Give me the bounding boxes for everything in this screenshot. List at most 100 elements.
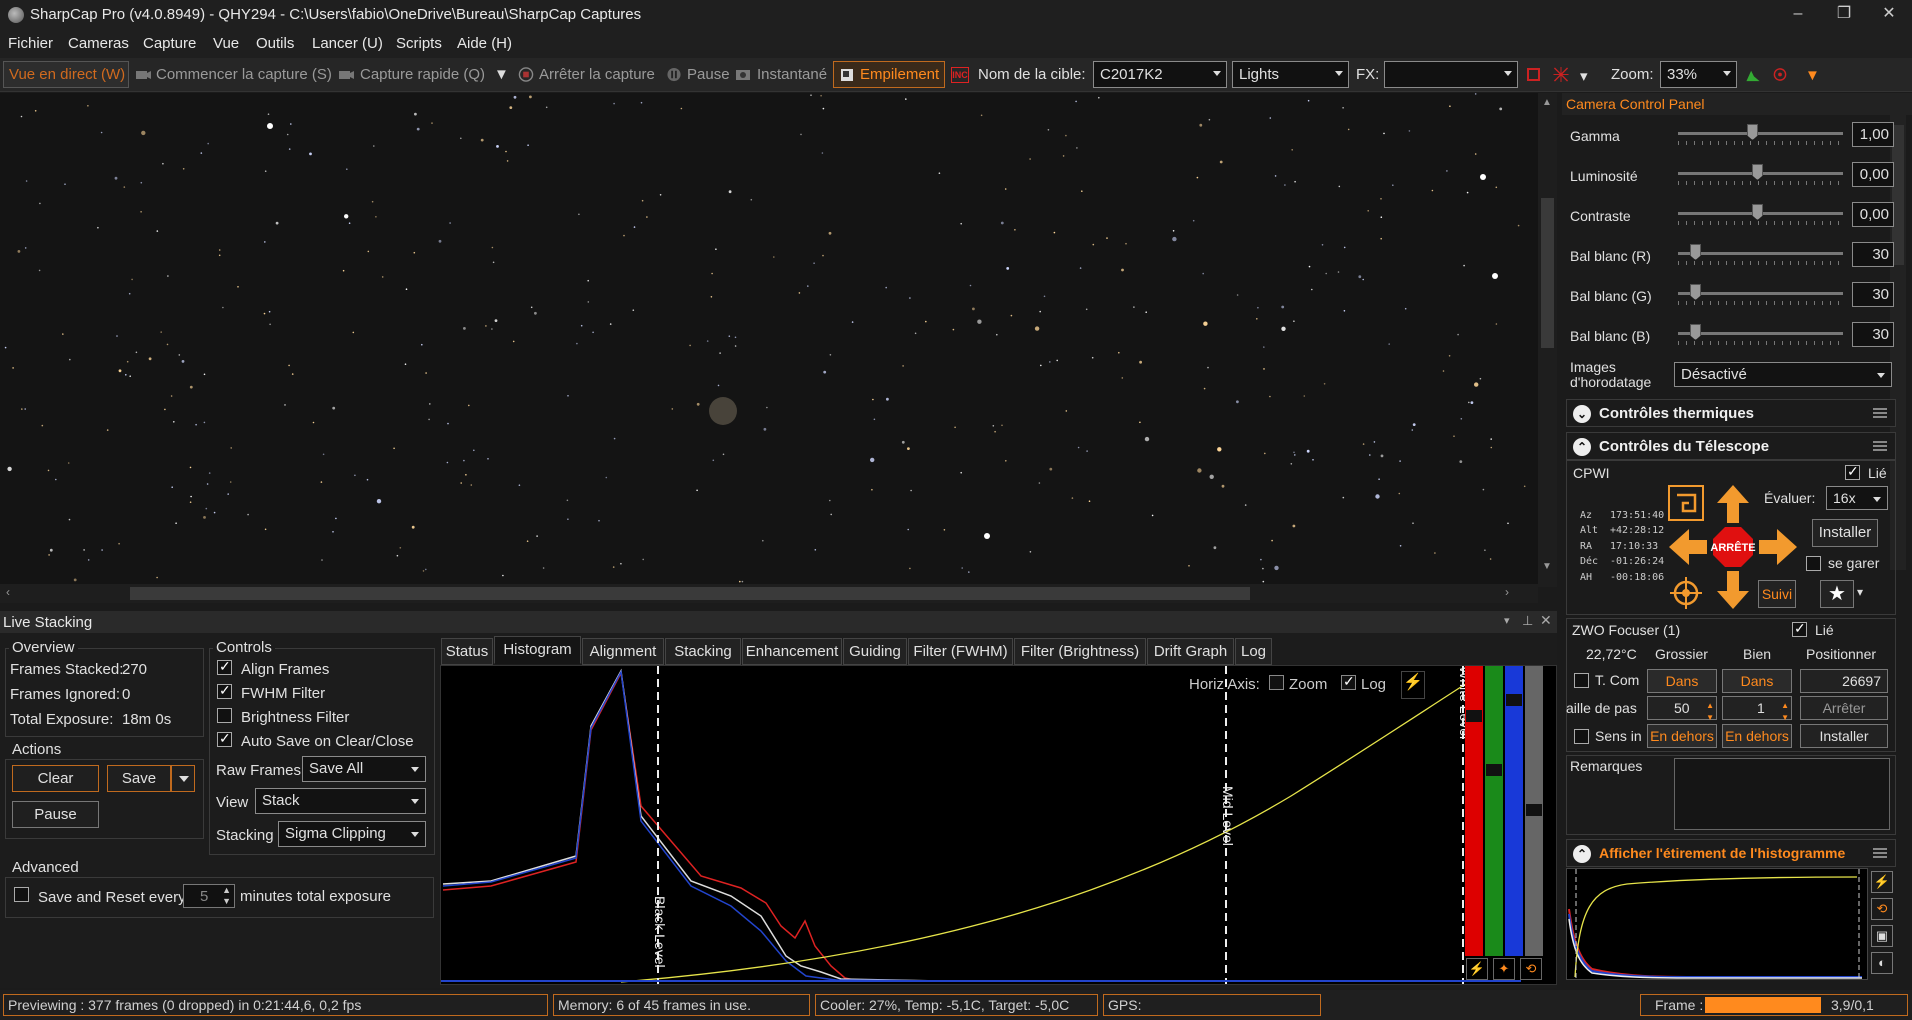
gamma-value[interactable]: 1,00	[1852, 122, 1894, 147]
blue-level-handle[interactable]	[1506, 694, 1522, 706]
histogram-icon[interactable]	[1745, 67, 1761, 82]
focuser-stop-button[interactable]: Arrêter	[1800, 696, 1888, 720]
chevron-up-icon[interactable]: ⌃	[1573, 438, 1591, 456]
dock-menu-icon[interactable]: ▾	[1504, 614, 1510, 627]
auto-save-checkbox[interactable]	[217, 730, 232, 747]
chevron-down-icon[interactable]: ▼	[1805, 67, 1820, 84]
menu-fichier[interactable]: Fichier	[8, 35, 53, 52]
chevron-down-icon[interactable]: ▾	[1580, 67, 1588, 85]
mini-histogram[interactable]	[1566, 868, 1868, 980]
fx-combo[interactable]	[1384, 61, 1518, 88]
green-level-bar[interactable]	[1485, 666, 1503, 956]
raw-frames-select[interactable]: Save All	[302, 756, 426, 782]
horizontal-scrollbar[interactable]: ‹ ›	[0, 584, 1538, 603]
save-reset-checkbox[interactable]	[14, 887, 29, 902]
scroll-up-icon[interactable]: ▲	[1542, 97, 1552, 108]
tab-filter-brightness[interactable]: Filter (Brightness)	[1014, 638, 1146, 665]
auto-stretch-icon[interactable]: ⚡	[1871, 871, 1893, 893]
lightning-icon[interactable]: ⚡	[1401, 671, 1425, 699]
zoom-combo[interactable]: 33%	[1660, 61, 1737, 88]
reset-icon[interactable]: ⟲	[1871, 898, 1893, 920]
coarse-in-button[interactable]: Dans	[1647, 669, 1717, 693]
menu-icon[interactable]	[1873, 408, 1887, 418]
scroll-left-icon[interactable]: ‹	[6, 585, 10, 599]
tab-log[interactable]: Log	[1235, 638, 1272, 665]
fine-out-button[interactable]: En dehors	[1722, 724, 1792, 748]
reset-icon[interactable]: ⟲	[1520, 958, 1542, 980]
vertical-scrollbar[interactable]: ▲ ▼	[1538, 93, 1557, 587]
auto-stretch-icon[interactable]: ⚡	[1466, 958, 1488, 980]
menu-icon[interactable]	[1873, 848, 1887, 858]
focuser-linked-checkbox[interactable]	[1792, 620, 1807, 637]
telescope-header[interactable]: ⌃ Contrôles du Télescope	[1566, 432, 1896, 460]
focuser-setup-button[interactable]: Installer	[1800, 724, 1888, 748]
zoom-checkbox[interactable]	[1269, 675, 1284, 690]
contrast-icon[interactable]: ◐	[1871, 952, 1893, 974]
reverse-checkbox[interactable]	[1574, 729, 1589, 744]
stop-capture-button[interactable]: Arrêter la capture	[539, 66, 655, 83]
clear-button[interactable]: Clear	[12, 765, 99, 792]
menu-aide[interactable]: Aide (H)	[457, 35, 512, 52]
wb-red-value[interactable]: 30	[1852, 242, 1894, 267]
minutes-spinner[interactable]: 5 ▲ ▼	[183, 884, 235, 908]
chevron-up-icon[interactable]: ⌃	[1573, 845, 1591, 863]
coarse-step-spinner[interactable]: 50 ▲ ▼	[1647, 696, 1717, 722]
menu-icon[interactable]	[1873, 441, 1887, 451]
tab-guiding[interactable]: Guiding	[843, 638, 907, 665]
sparkle-icon[interactable]: ✦	[1493, 958, 1515, 980]
focuser-position-value[interactable]: 26697	[1800, 669, 1888, 693]
brightness-filter-checkbox[interactable]	[217, 708, 232, 723]
tab-alignment[interactable]: Alignment	[582, 638, 664, 665]
save-icon[interactable]: ▣	[1871, 925, 1893, 947]
save-button[interactable]: Save	[107, 765, 171, 792]
target-icon[interactable]	[1772, 67, 1788, 82]
gamma-slider-thumb[interactable]	[1747, 124, 1758, 140]
luminance-level-handle[interactable]	[1526, 804, 1542, 816]
tab-drift-graph[interactable]: Drift Graph	[1147, 638, 1234, 665]
close-window-button[interactable]: ✕	[1866, 0, 1912, 30]
green-level-handle[interactable]	[1486, 764, 1502, 776]
scroll-thumb[interactable]	[1541, 198, 1554, 348]
scroll-right-icon[interactable]: ›	[1505, 585, 1509, 599]
menu-vue[interactable]: Vue	[213, 35, 239, 52]
fine-in-button[interactable]: Dans	[1722, 669, 1792, 693]
wb-green-value[interactable]: 30	[1852, 282, 1894, 307]
crop-icon[interactable]	[1527, 68, 1540, 81]
menu-scripts[interactable]: Scripts	[396, 35, 442, 52]
tab-stacking[interactable]: Stacking	[665, 638, 741, 665]
image-view[interactable]	[0, 93, 1557, 587]
minimize-button[interactable]: –	[1775, 0, 1821, 30]
gamma-slider[interactable]	[1678, 132, 1843, 135]
snapshot-button[interactable]: Instantané	[757, 66, 827, 83]
tab-enhancement[interactable]: Enhancement	[742, 638, 842, 665]
stacking-mode-select[interactable]: Sigma Clipping	[278, 821, 426, 847]
fine-step-spinner[interactable]: 1 ▲ ▼	[1722, 696, 1792, 722]
brightness-value[interactable]: 0,00	[1852, 162, 1894, 187]
wb-green-slider-thumb[interactable]	[1690, 284, 1701, 300]
park-checkbox[interactable]	[1806, 556, 1821, 571]
histogram-chart[interactable]: Horiz Axis: Zoom Log ⚡ Black Level Mid L…	[440, 665, 1557, 985]
thermal-header[interactable]: ⌄ Contrôles thermiques	[1566, 399, 1896, 427]
pin-icon[interactable]: ⊥	[1522, 613, 1533, 629]
menu-lancer[interactable]: Lancer (U)	[312, 35, 383, 52]
wb-red-slider-thumb[interactable]	[1690, 244, 1701, 260]
log-checkbox[interactable]	[1341, 673, 1356, 690]
contrast-slider-thumb[interactable]	[1752, 204, 1763, 220]
luminance-level-bar[interactable]	[1525, 666, 1543, 956]
tcomp-checkbox[interactable]	[1574, 673, 1589, 688]
wb-blue-slider-thumb[interactable]	[1690, 324, 1701, 340]
brightness-slider-thumb[interactable]	[1752, 164, 1763, 180]
stacking-button[interactable]: Empilement	[833, 61, 945, 88]
maximize-button[interactable]: ❐	[1821, 0, 1867, 30]
red-level-handle[interactable]	[1466, 710, 1482, 722]
wb-green-slider[interactable]	[1678, 292, 1843, 295]
view-select[interactable]: Stack	[255, 788, 426, 814]
spin-down-icon[interactable]: ▼	[222, 896, 231, 906]
target-name-combo[interactable]: C2017K2	[1093, 61, 1227, 88]
chevron-down-icon[interactable]: ▼	[494, 66, 509, 83]
pause-button[interactable]: Pause	[687, 66, 730, 83]
tab-histogram[interactable]: Histogram	[494, 636, 581, 664]
wb-red-slider[interactable]	[1678, 252, 1843, 255]
reticle-icon[interactable]	[1553, 67, 1569, 82]
notes-textarea[interactable]	[1674, 758, 1890, 830]
